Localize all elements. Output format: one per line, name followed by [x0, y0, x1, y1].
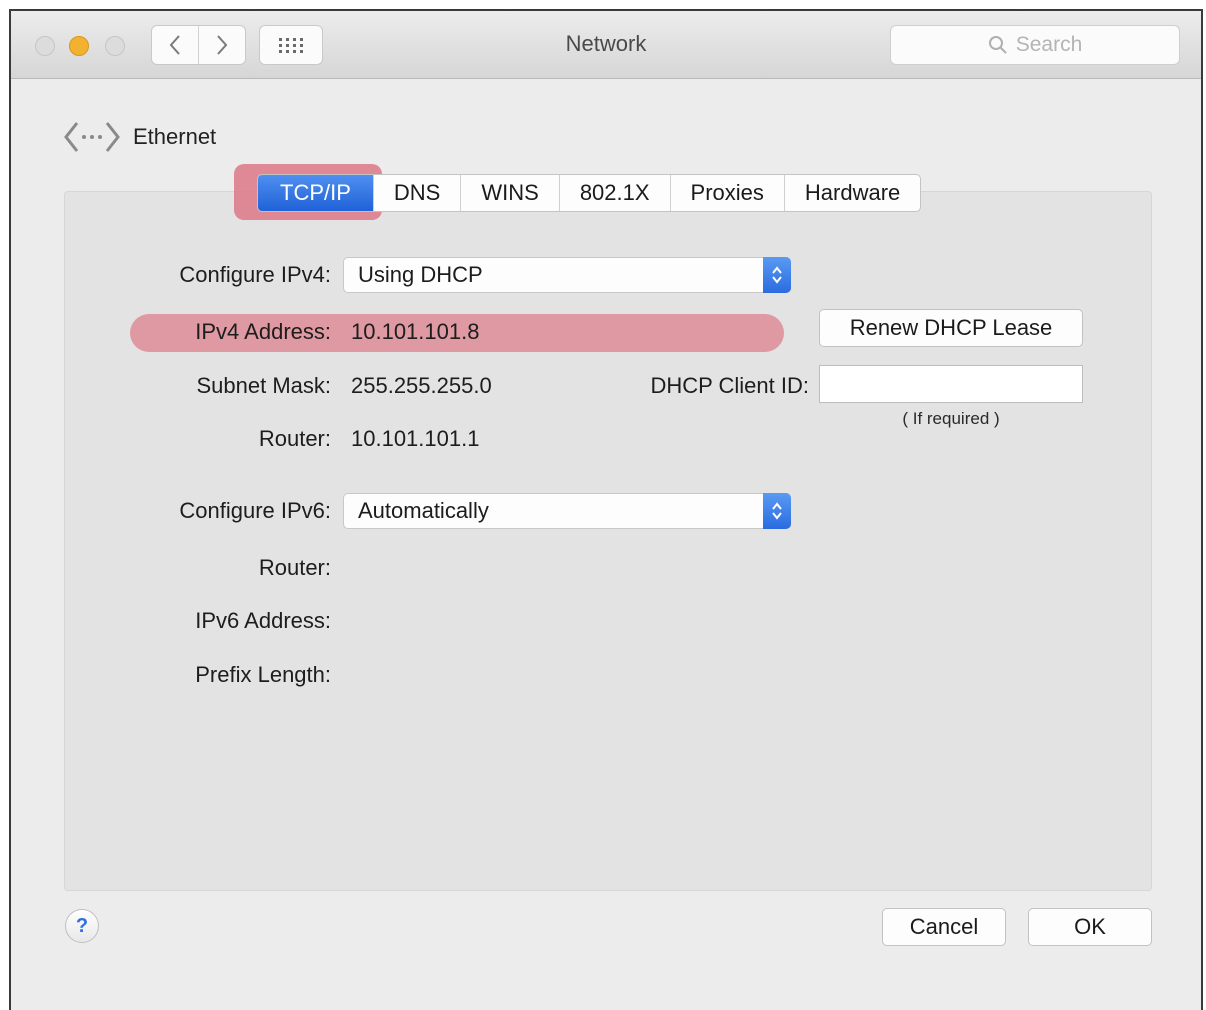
service-header: Ethernet [63, 119, 216, 155]
configure-ipv4-value: Using DHCP [358, 262, 483, 287]
ipv6-router-label: Router: [258, 555, 331, 580]
ok-button[interactable]: OK [1028, 908, 1152, 946]
ipv4-address-label: IPv4 Address: [195, 319, 331, 344]
service-name: Ethernet [133, 124, 217, 149]
help-button[interactable]: ? [65, 909, 99, 943]
network-window: Network Search Ethernet TCP/IP DNS WINS … [9, 9, 1203, 1010]
dhcp-client-id-field[interactable] [819, 365, 1083, 403]
tab-proxies[interactable]: Proxies [669, 175, 784, 211]
configure-ipv6-popup[interactable]: Automatically [343, 493, 791, 529]
search-icon [988, 36, 1007, 54]
ipv6-address-label: IPv6 Address: [195, 608, 331, 633]
ipv4-router-value: 10.101.101.1 [351, 426, 480, 451]
configure-ipv4-popup[interactable]: Using DHCP [343, 257, 791, 293]
tab-hardware[interactable]: Hardware [783, 175, 920, 211]
ethernet-icon [64, 122, 120, 152]
ipv4-address-value: 10.101.101.8 [351, 319, 480, 344]
title-bar: Network Search [11, 11, 1201, 79]
ipv4-router-label: Router: [258, 426, 331, 451]
cancel-button[interactable]: Cancel [882, 908, 1006, 946]
subnet-mask-value: 255.255.255.0 [351, 373, 492, 398]
tab-wins[interactable]: WINS [460, 175, 558, 211]
prefix-length-label: Prefix Length: [195, 662, 331, 687]
tab-tcpip[interactable]: TCP/IP [258, 175, 373, 211]
popup-arrows-icon [763, 257, 791, 293]
subnet-mask-label: Subnet Mask: [196, 373, 331, 398]
tab-8021x[interactable]: 802.1X [558, 175, 670, 211]
tab-panel [64, 191, 1152, 891]
tab-bar: TCP/IP DNS WINS 802.1X Proxies Hardware [257, 174, 922, 212]
search-placeholder: Search [1015, 33, 1083, 56]
configure-ipv6-label: Configure IPv6: [179, 498, 331, 523]
configure-ipv6-value: Automatically [358, 498, 489, 523]
popup-arrows-icon [763, 493, 791, 529]
renew-dhcp-lease-button[interactable]: Renew DHCP Lease [819, 309, 1083, 347]
tab-dns[interactable]: DNS [372, 175, 460, 211]
search-field[interactable]: Search [890, 25, 1180, 65]
dhcp-client-id-hint: ( If required ) [902, 409, 1000, 428]
dhcp-client-id-label: DHCP Client ID: [650, 373, 809, 398]
configure-ipv4-label: Configure IPv4: [179, 262, 331, 287]
